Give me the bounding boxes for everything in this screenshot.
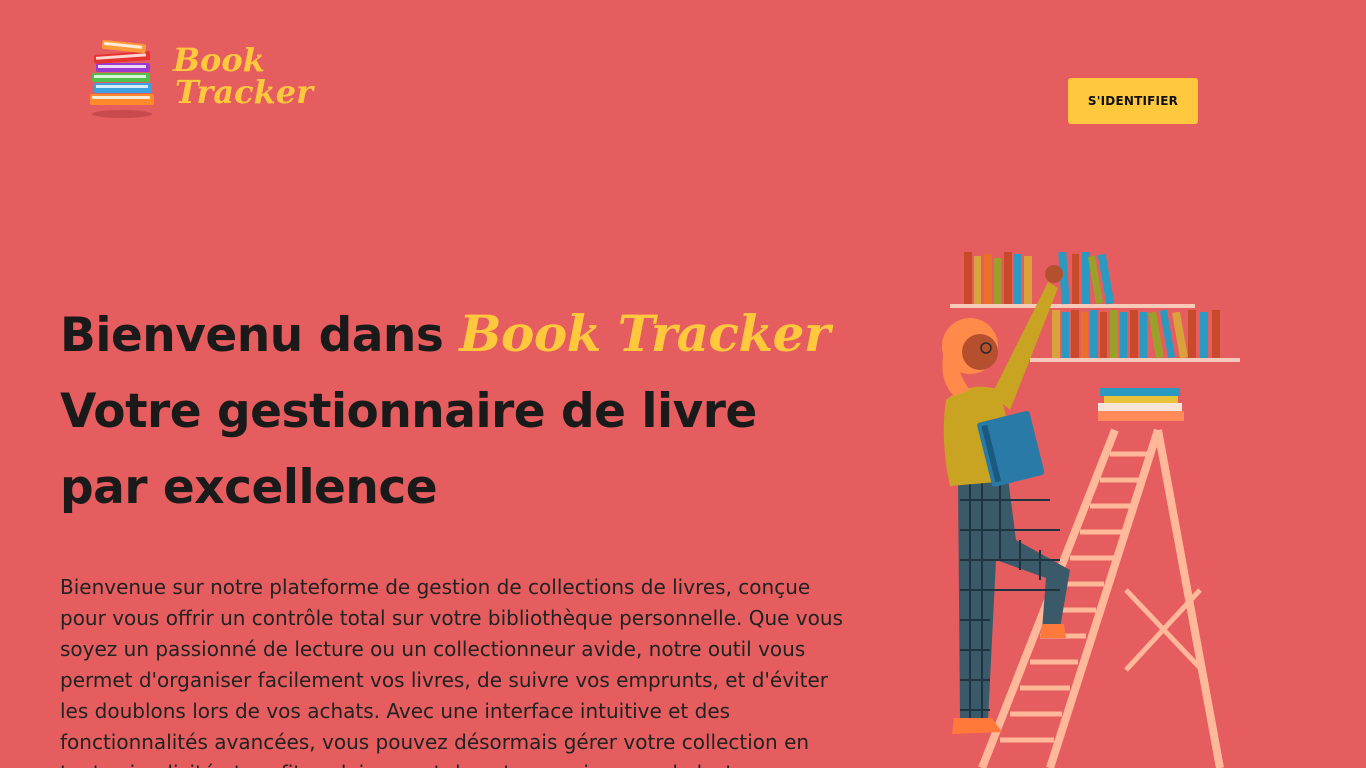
logo[interactable]: Book Tracker <box>88 36 313 120</box>
signin-button[interactable]: S'IDENTIFIER <box>1068 78 1198 124</box>
site-header: Book Tracker S'IDENTIFIER <box>0 0 1366 160</box>
logo-text: Book Tracker <box>173 44 313 108</box>
hero-description: Bienvenue sur notre plateforme de gestio… <box>60 575 843 768</box>
logo-line2: Tracker <box>175 73 313 111</box>
book-stack-icon <box>90 39 154 118</box>
hero-title: Bienvenu dans Book Tracker Votre gestion… <box>60 296 860 526</box>
hero-title-line3: par excellence <box>60 460 438 515</box>
hero-title-prefix: Bienvenu dans <box>60 308 460 363</box>
woman-on-ladder-bookshelf-illustration <box>942 251 1240 768</box>
hero-title-brand: Book Tracker <box>459 304 830 363</box>
logo-line1: Book <box>173 41 265 79</box>
hero-section: Bienvenu dans Book Tracker Votre gestion… <box>60 296 860 768</box>
hero-title-line2: Votre gestionnaire de livre <box>60 384 757 439</box>
